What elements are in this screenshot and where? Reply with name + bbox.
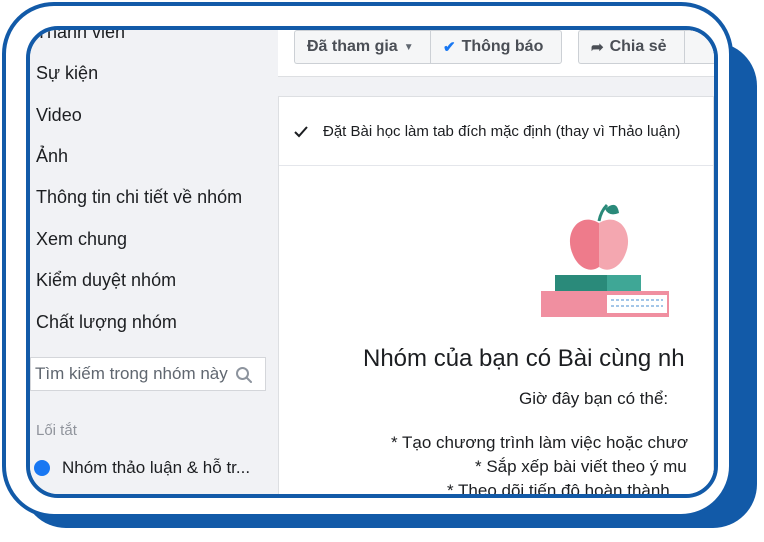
group-action-bar: Đã tham gia ▼ ✔ Thông báo ➦ Chia sẻ (278, 30, 714, 77)
feature-bullet: * Theo dõi tiến độ hoàn thành (447, 481, 670, 498)
group-search-box (30, 357, 266, 391)
shortcut-item[interactable]: Nhóm thảo luận & hỗ tr... (34, 458, 251, 478)
sidebar-item-watch-party[interactable]: Xem chung (36, 229, 127, 250)
shortcuts-heading: Lối tắt (36, 422, 77, 439)
share-label: Chia sẻ (609, 38, 667, 55)
search-icon[interactable] (235, 366, 253, 384)
joined-label: Đã tham gia (307, 38, 398, 55)
feature-bullet: * Tạo chương trình làm việc hoặc chươ (391, 433, 689, 452)
default-tab-option[interactable]: Đặt Bài học làm tab đích mặc định (thay … (293, 123, 680, 140)
check-icon: ✔ (443, 39, 456, 56)
sidebar-item-members[interactable]: Thành viên (36, 30, 125, 43)
checkbox-checked-icon[interactable] (293, 124, 309, 140)
default-tab-option-label: Đặt Bài học làm tab đích mặc định (thay … (323, 123, 681, 140)
sidebar-item-videos[interactable]: Video (36, 105, 82, 126)
empty-state-title: Nhóm của bạn có Bài cùng nh (363, 345, 685, 372)
sidebar-item-moderation[interactable]: Kiểm duyệt nhóm (36, 270, 176, 291)
sidebar-item-photos[interactable]: Ảnh (36, 146, 68, 167)
sidebar-item-group-insights[interactable]: Thông tin chi tiết về nhóm (36, 187, 242, 208)
more-button[interactable] (684, 30, 714, 64)
group-sidebar: Thành viên Sự kiện Video Ảnh Thông tin c… (30, 30, 278, 494)
notifications-label: Thông báo (461, 38, 544, 55)
apple-books-illustration (541, 203, 669, 317)
card-divider (279, 165, 713, 166)
joined-button[interactable]: Đã tham gia ▼ (294, 30, 430, 64)
feature-bullet: * Sắp xếp bài viết theo ý mu (475, 457, 687, 476)
share-button[interactable]: ➦ Chia sẻ (578, 30, 684, 64)
sidebar-item-events[interactable]: Sự kiện (36, 63, 98, 84)
group-main: Đã tham gia ▼ ✔ Thông báo ➦ Chia sẻ Đặt … (278, 30, 714, 494)
caret-down-icon: ▼ (403, 41, 414, 53)
share-arrow-icon: ➦ (591, 39, 604, 56)
empty-state-subtitle: Giờ đây bạn có thể: (519, 389, 669, 408)
shortcut-label: Nhóm thảo luận & hỗ tr... (62, 458, 251, 477)
group-page-screen: Thành viên Sự kiện Video Ảnh Thông tin c… (26, 26, 718, 498)
sidebar-item-group-quality[interactable]: Chất lượng nhóm (36, 312, 177, 333)
group-avatar-icon (34, 460, 50, 476)
learning-units-card: Đặt Bài học làm tab đích mặc định (thay … (278, 96, 714, 498)
notifications-button[interactable]: ✔ Thông báo (430, 30, 562, 64)
device-frame: Thành viên Sự kiện Video Ảnh Thông tin c… (2, 2, 733, 518)
group-search-input[interactable] (31, 364, 235, 384)
